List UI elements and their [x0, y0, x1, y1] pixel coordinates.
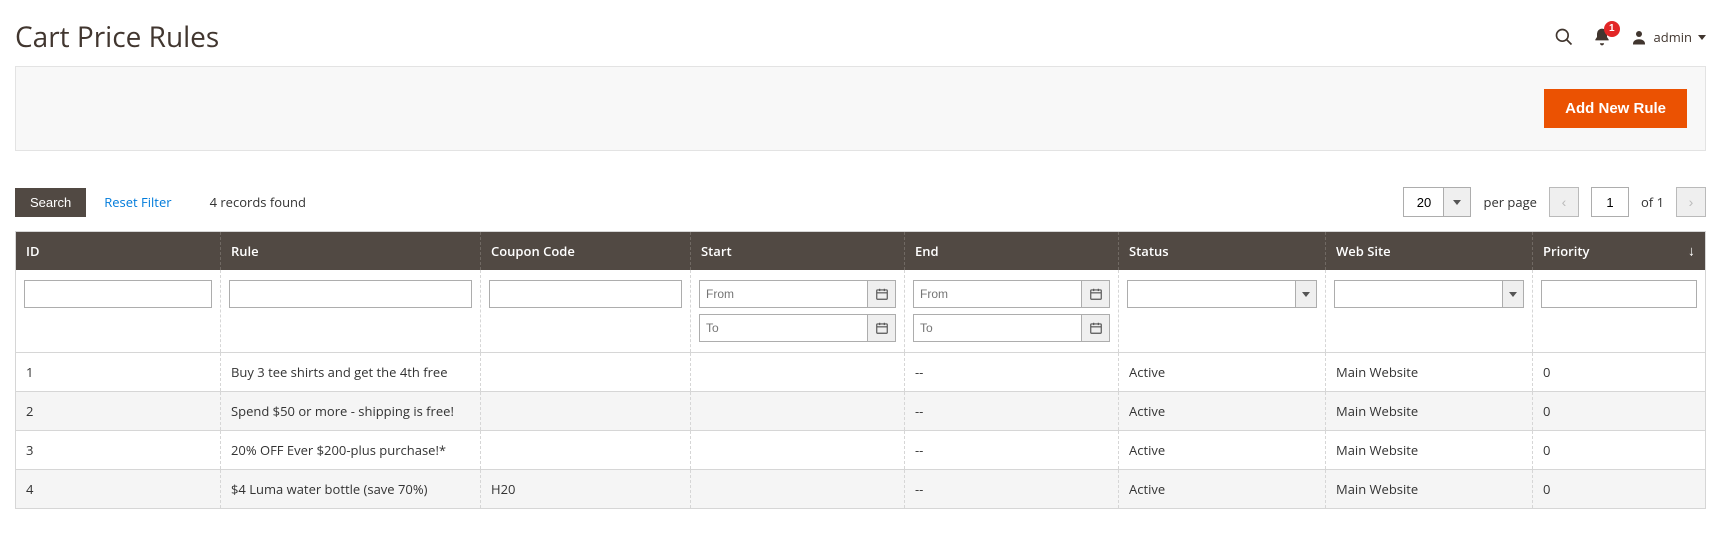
cell-coupon: H20: [481, 470, 691, 509]
cell-rule: Spend $50 or more - shipping is free!: [221, 392, 481, 431]
cell-priority: 0: [1533, 392, 1706, 431]
cell-rule: 20% OFF Ever $200-plus purchase!*: [221, 431, 481, 470]
cell-start: [691, 470, 905, 509]
filter-rule-input[interactable]: [229, 280, 472, 308]
filter-status-select[interactable]: [1127, 280, 1317, 308]
cell-id: 2: [16, 392, 221, 431]
calendar-icon[interactable]: [1082, 280, 1110, 308]
cell-end: --: [905, 353, 1119, 392]
cell-status: Active: [1119, 431, 1326, 470]
rules-table: ID Rule Coupon Code Start End Status Web…: [15, 231, 1706, 509]
cell-coupon: [481, 353, 691, 392]
cell-priority: 0: [1533, 470, 1706, 509]
filter-start-from-input[interactable]: [699, 280, 868, 308]
chevron-left-icon: ‹: [1562, 195, 1567, 209]
chevron-down-icon[interactable]: [1502, 280, 1524, 308]
cell-id: 3: [16, 431, 221, 470]
filter-coupon-input[interactable]: [489, 280, 682, 308]
calendar-icon[interactable]: [868, 280, 896, 308]
add-new-rule-button[interactable]: Add New Rule: [1544, 89, 1687, 128]
chevron-down-icon: [1453, 200, 1461, 205]
col-header-website[interactable]: Web Site: [1326, 232, 1533, 271]
sort-arrow-icon: ↓: [1688, 242, 1695, 261]
cell-website: Main Website: [1326, 392, 1533, 431]
col-header-coupon[interactable]: Coupon Code: [481, 232, 691, 271]
cell-rule: $4 Luma water bottle (save 70%): [221, 470, 481, 509]
table-row[interactable]: 4$4 Luma water bottle (save 70%)H20 --Act…: [16, 470, 1706, 509]
cell-website: Main Website: [1326, 353, 1533, 392]
filter-id-input[interactable]: [24, 280, 212, 308]
filter-priority-input[interactable]: [1541, 280, 1697, 308]
col-header-id[interactable]: ID: [16, 232, 221, 271]
cell-end: --: [905, 431, 1119, 470]
of-pages-label: of 1: [1641, 193, 1664, 211]
chevron-right-icon: ›: [1689, 195, 1694, 209]
cell-end: --: [905, 470, 1119, 509]
records-found: 4 records found: [210, 193, 306, 211]
table-row[interactable]: 2Spend $50 or more - shipping is free! --…: [16, 392, 1706, 431]
filter-website-select[interactable]: [1334, 280, 1524, 308]
prev-page-button[interactable]: ‹: [1549, 187, 1579, 217]
cell-status: Active: [1119, 392, 1326, 431]
reset-filter-link[interactable]: Reset Filter: [104, 193, 171, 211]
search-icon[interactable]: [1554, 27, 1574, 47]
current-page-input[interactable]: [1591, 187, 1629, 217]
cell-id: 1: [16, 353, 221, 392]
cell-start: [691, 431, 905, 470]
cell-id: 4: [16, 470, 221, 509]
chevron-down-icon: [1698, 35, 1706, 40]
calendar-icon[interactable]: [1082, 314, 1110, 342]
cell-website: Main Website: [1326, 431, 1533, 470]
col-header-priority[interactable]: Priority↓: [1533, 232, 1706, 271]
notification-badge: 1: [1604, 21, 1620, 37]
cell-rule: Buy 3 tee shirts and get the 4th free: [221, 353, 481, 392]
col-header-start[interactable]: Start: [691, 232, 905, 271]
col-header-status[interactable]: Status: [1119, 232, 1326, 271]
filter-end-from-input[interactable]: [913, 280, 1082, 308]
cell-coupon: [481, 392, 691, 431]
page-size-dropdown-button[interactable]: [1443, 187, 1471, 217]
cell-start: [691, 392, 905, 431]
cell-end: --: [905, 392, 1119, 431]
page-title: Cart Price Rules: [15, 18, 219, 56]
filter-end-to-input[interactable]: [913, 314, 1082, 342]
username-label: admin: [1654, 28, 1692, 46]
filter-row: [16, 270, 1706, 353]
per-page-label: per page: [1483, 193, 1536, 211]
cell-status: Active: [1119, 470, 1326, 509]
table-row[interactable]: 1Buy 3 tee shirts and get the 4th free --…: [16, 353, 1706, 392]
col-header-rule[interactable]: Rule: [221, 232, 481, 271]
filter-start-to-input[interactable]: [699, 314, 868, 342]
cell-coupon: [481, 431, 691, 470]
user-menu[interactable]: admin: [1630, 28, 1706, 46]
cell-website: Main Website: [1326, 470, 1533, 509]
calendar-icon[interactable]: [868, 314, 896, 342]
page-size-input[interactable]: [1403, 187, 1443, 217]
next-page-button[interactable]: ›: [1676, 187, 1706, 217]
chevron-down-icon[interactable]: [1295, 280, 1317, 308]
search-button[interactable]: Search: [15, 188, 86, 217]
col-header-end[interactable]: End: [905, 232, 1119, 271]
cell-status: Active: [1119, 353, 1326, 392]
table-row[interactable]: 320% OFF Ever $200-plus purchase!* --Acti…: [16, 431, 1706, 470]
cell-priority: 0: [1533, 353, 1706, 392]
cell-start: [691, 353, 905, 392]
notifications-icon[interactable]: 1: [1592, 27, 1612, 47]
page-size-select[interactable]: [1403, 187, 1471, 217]
cell-priority: 0: [1533, 431, 1706, 470]
